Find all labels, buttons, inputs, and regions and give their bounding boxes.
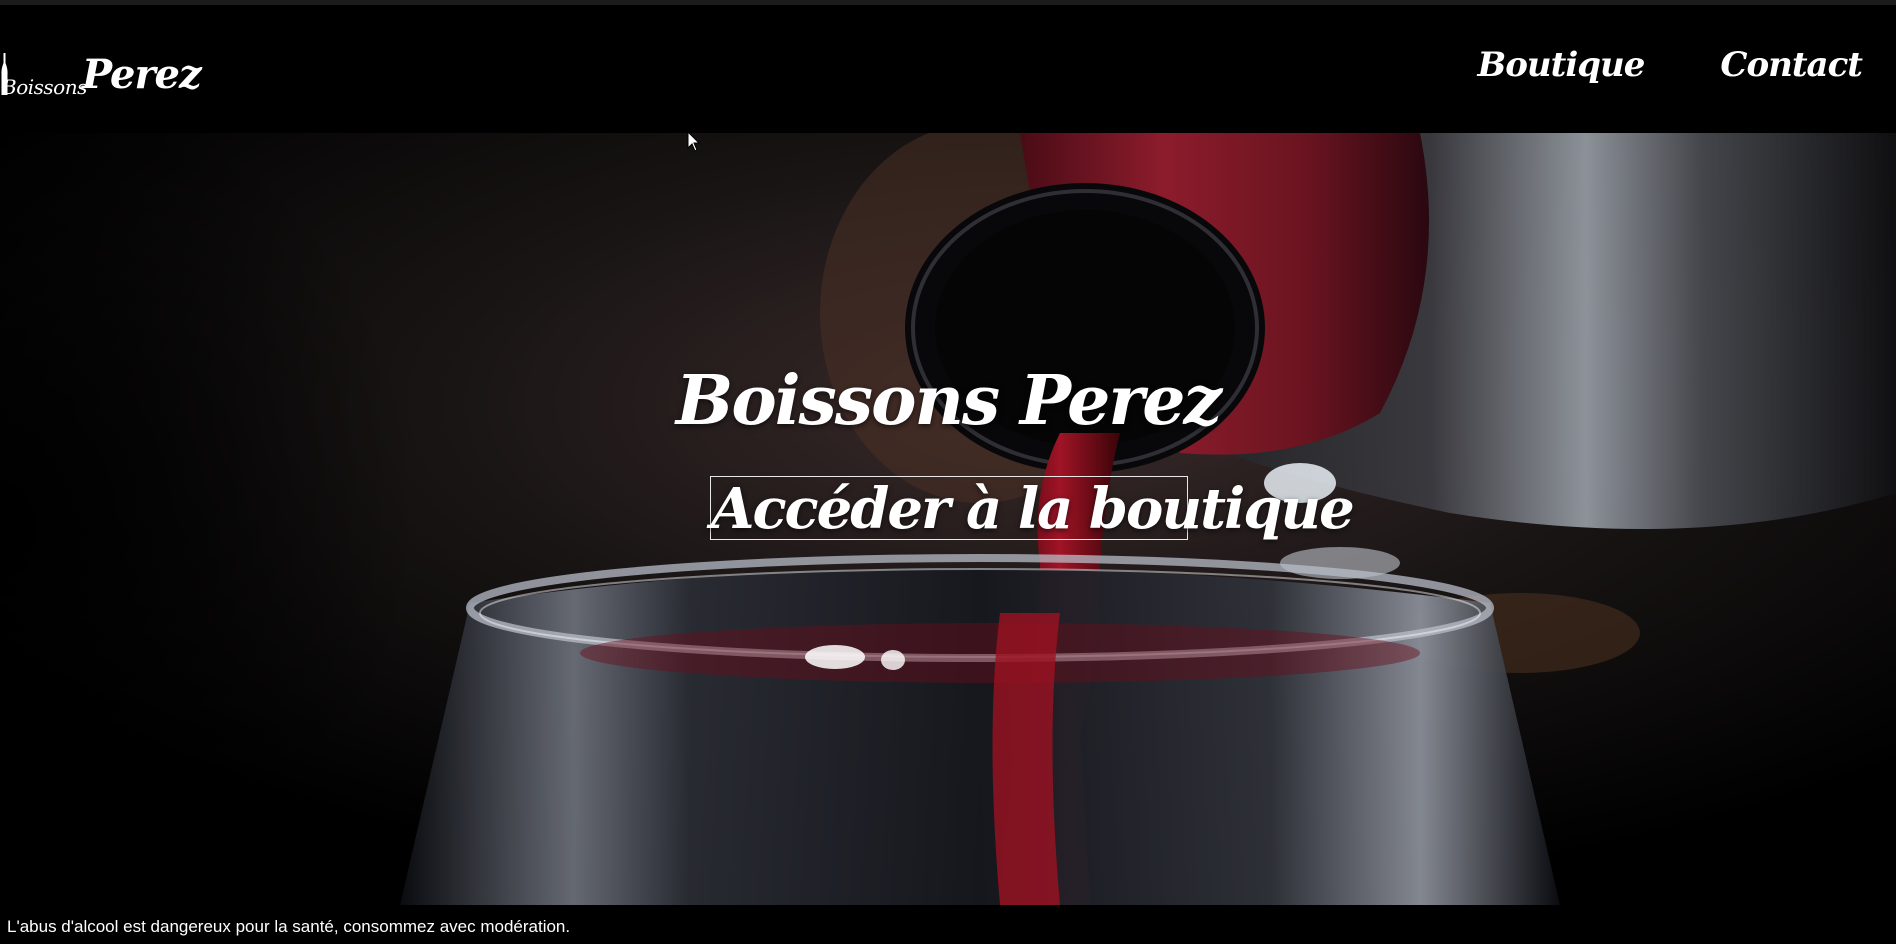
logo-text-small: Boissons [2,75,87,99]
shop-access-button[interactable]: Accéder à la boutique [710,476,1355,541]
site-logo[interactable]: Boissons Perez [0,45,202,105]
site-footer: L'abus d'alcool est dangereux pour la sa… [0,905,1896,944]
hero-title: Boissons Perez [675,360,1222,441]
nav-link-boutique[interactable]: Boutique [1478,45,1646,85]
mouse-cursor-icon [687,131,701,152]
site-header: Boissons Perez Boutique Contact [0,5,1896,133]
main-nav: Boutique Contact [1478,45,1863,85]
alcohol-warning-text: L'abus d'alcool est dangereux pour la sa… [7,917,571,936]
logo-text-large: Perez [82,51,202,98]
nav-link-contact[interactable]: Contact [1720,45,1863,85]
hero-banner: Boissons Perez Accéder à la boutique [0,133,1896,905]
